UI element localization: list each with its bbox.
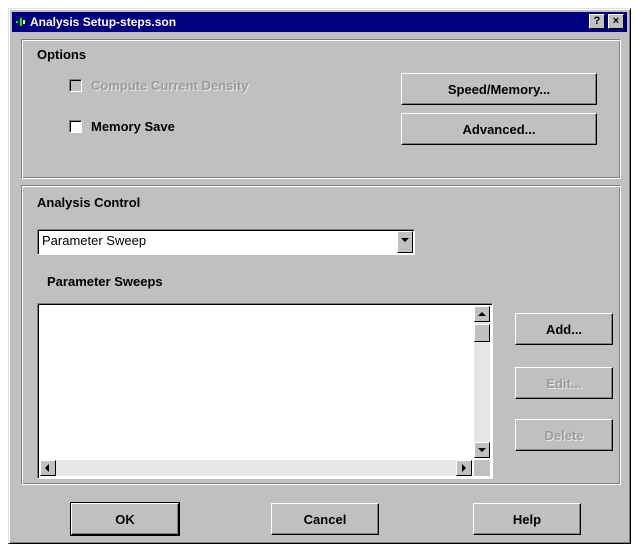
options-group bbox=[21, 39, 621, 179]
scrollbar-corner bbox=[474, 460, 490, 476]
options-heading: Options bbox=[37, 47, 87, 62]
memory-save-label: Memory Save bbox=[91, 119, 175, 134]
title-bar[interactable]: Analysis Setup-steps.son ? × bbox=[12, 12, 627, 32]
parameter-sweeps-heading: Parameter Sweeps bbox=[47, 274, 163, 289]
scroll-thumb-vertical[interactable] bbox=[474, 324, 490, 342]
analysis-setup-dialog: Analysis Setup-steps.son ? × Options Com… bbox=[8, 8, 631, 544]
chevron-down-icon[interactable] bbox=[397, 231, 413, 253]
cancel-button[interactable]: Cancel bbox=[271, 503, 379, 535]
scroll-up-icon[interactable] bbox=[474, 306, 490, 322]
parameter-sweeps-list[interactable] bbox=[37, 303, 493, 479]
analysis-type-dropdown[interactable]: Parameter Sweep bbox=[37, 229, 415, 255]
close-icon[interactable]: × bbox=[608, 14, 624, 29]
scroll-left-icon[interactable] bbox=[40, 460, 56, 476]
analysis-type-value: Parameter Sweep bbox=[42, 233, 147, 248]
advanced-button[interactable]: Advanced... bbox=[401, 113, 597, 145]
app-icon bbox=[16, 18, 25, 26]
window-title: Analysis Setup-steps.son bbox=[30, 15, 177, 29]
speed-memory-button[interactable]: Speed/Memory... bbox=[401, 73, 597, 105]
scroll-right-icon[interactable] bbox=[456, 460, 472, 476]
help-button[interactable]: Help bbox=[473, 503, 581, 535]
delete-sweep-button[interactable]: Delete bbox=[515, 419, 613, 451]
compute-current-density-label: Compute Current Density bbox=[91, 78, 249, 93]
memory-save-checkbox[interactable] bbox=[69, 120, 82, 133]
compute-current-density-checkbox[interactable] bbox=[69, 79, 82, 92]
add-sweep-button[interactable]: Add... bbox=[515, 313, 613, 345]
ok-button[interactable]: OK bbox=[70, 502, 180, 536]
analysis-control-heading: Analysis Control bbox=[37, 195, 141, 210]
edit-sweep-button[interactable]: Edit... bbox=[515, 367, 613, 399]
scroll-down-icon[interactable] bbox=[474, 442, 490, 458]
horizontal-scrollbar[interactable] bbox=[40, 460, 472, 476]
help-icon[interactable]: ? bbox=[589, 14, 605, 29]
